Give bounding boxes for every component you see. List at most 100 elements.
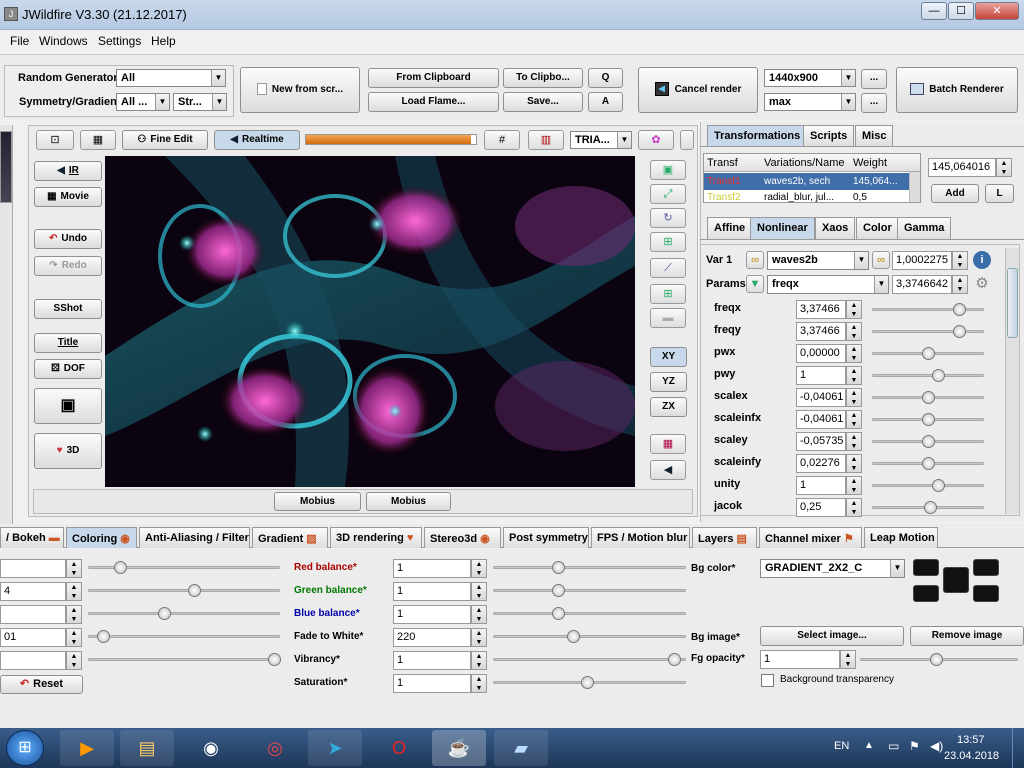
- coloring-param-slider[interactable]: [88, 589, 280, 592]
- coloring-param-spinner[interactable]: ▲ ▼: [66, 582, 82, 601]
- tab-bottom-gradient[interactable]: Gradient ▨: [252, 527, 328, 548]
- tab-bottom-stereo3d[interactable]: Stereo3d ◉: [424, 527, 501, 548]
- q-button[interactable]: Q: [588, 68, 623, 88]
- yz-button[interactable]: YZ: [650, 372, 687, 392]
- add-transform-button[interactable]: Add: [931, 184, 979, 203]
- film-icon[interactable]: ▥: [528, 130, 564, 150]
- param-spinner[interactable]: ▲ ▼: [846, 498, 862, 517]
- coloring-param-slider-knob[interactable]: [96, 630, 110, 643]
- balance-spinner[interactable]: ▲ ▼: [471, 628, 487, 647]
- balance-slider[interactable]: [493, 612, 686, 615]
- coloring-param-input[interactable]: [0, 605, 66, 624]
- reset-button[interactable]: ↶ Reset: [0, 675, 83, 694]
- param-spinner[interactable]: ▲ ▼: [846, 388, 862, 407]
- java-icon[interactable]: ☕: [432, 730, 486, 766]
- scrollbar-thumb[interactable]: [1007, 268, 1018, 338]
- param-value-input[interactable]: -0,04061: [796, 410, 846, 429]
- coloring-param-spinner[interactable]: ▲ ▼: [66, 628, 82, 647]
- param-slider[interactable]: [872, 330, 984, 333]
- rotate-icon[interactable]: ↻: [650, 208, 686, 228]
- params-toggle-icon[interactable]: ▼: [746, 275, 764, 293]
- from-clipboard-button[interactable]: From Clipboard: [368, 68, 499, 88]
- quality-options-button[interactable]: ...: [861, 93, 887, 113]
- params-select[interactable]: freqx ▼: [767, 275, 889, 294]
- coloring-param-slider-knob[interactable]: [188, 584, 202, 597]
- clock-date[interactable]: 23.04.2018: [944, 750, 999, 762]
- tray-arrow-icon[interactable]: ▲: [864, 740, 874, 751]
- minimize-button[interactable]: —: [921, 2, 947, 20]
- telegram-icon[interactable]: ➤: [308, 730, 362, 766]
- bg-color-swatches[interactable]: [913, 559, 1001, 605]
- param-value-input[interactable]: 0,02276: [796, 454, 846, 473]
- render-view-icon[interactable]: ◀: [650, 460, 686, 480]
- param-spinner[interactable]: ▲ ▼: [846, 300, 862, 319]
- balance-slider[interactable]: [493, 566, 686, 569]
- param-slider-knob[interactable]: [922, 347, 935, 360]
- link-icon[interactable]: ∞: [872, 251, 890, 269]
- param-spinner[interactable]: ▲ ▼: [846, 432, 862, 451]
- param-value-input[interactable]: -0,05735: [796, 432, 846, 451]
- swatch-center[interactable]: [943, 567, 969, 593]
- maximize-button[interactable]: ☐: [948, 2, 974, 20]
- new-from-scratch-button[interactable]: New from scr...: [240, 67, 360, 113]
- palette-icon[interactable]: ✿: [638, 130, 674, 150]
- param-spinner[interactable]: ▲ ▼: [846, 410, 862, 429]
- balance-slider[interactable]: [493, 658, 686, 661]
- table-scrollbar[interactable]: [909, 172, 920, 202]
- menu-windows[interactable]: Windows: [39, 34, 88, 48]
- param-value-input[interactable]: -0,04061: [796, 388, 846, 407]
- swatch-bottom-left[interactable]: [913, 585, 939, 602]
- param-slider[interactable]: [872, 308, 984, 311]
- language-indicator[interactable]: EN: [834, 740, 849, 752]
- zx-button[interactable]: ZX: [650, 397, 687, 417]
- gear-icon[interactable]: ⚙: [973, 275, 991, 293]
- a-button[interactable]: A: [588, 92, 623, 112]
- tray-volume-icon[interactable]: ◀): [930, 739, 943, 753]
- tray-flag-icon[interactable]: ⚑: [909, 739, 920, 753]
- param-spinner[interactable]: ▲ ▼: [846, 344, 862, 363]
- balance-input[interactable]: 1: [393, 674, 471, 693]
- balance-spinner[interactable]: ▲ ▼: [471, 582, 487, 601]
- show-desktop-button[interactable]: [1012, 728, 1024, 768]
- param-spinner[interactable]: ▲ ▼: [846, 454, 862, 473]
- tab-bottom-layers[interactable]: Layers ▤: [692, 527, 757, 548]
- film-strip-icon[interactable]: ▦: [650, 434, 686, 454]
- menu-help[interactable]: Help: [151, 34, 176, 48]
- fit-view-icon[interactable]: ▣: [650, 160, 686, 180]
- random-generator-select[interactable]: All ▼: [116, 69, 226, 87]
- sshot-button[interactable]: SShot: [34, 299, 102, 319]
- param-value-input[interactable]: 0,00000: [796, 344, 846, 363]
- params-scrollbar[interactable]: [1005, 248, 1019, 514]
- thumbnail-strip[interactable]: [0, 125, 13, 535]
- balance-input[interactable]: 1: [393, 651, 471, 670]
- redo-button[interactable]: ↷ Redo: [34, 256, 102, 276]
- params-amount-spinner[interactable]: ▲ ▼: [952, 275, 968, 294]
- tab-bottom-bokeh[interactable]: / Bokeh ▬: [0, 527, 64, 548]
- movie-button[interactable]: ▦ Movie: [34, 187, 102, 207]
- close-button[interactable]: ✕: [975, 2, 1019, 20]
- 3d-button[interactable]: ♥ 3D: [34, 433, 102, 469]
- fg-opacity-input[interactable]: 1: [760, 650, 840, 669]
- edit-mode-icon[interactable]: ⊡: [36, 130, 74, 150]
- coloring-param-input[interactable]: [0, 559, 66, 578]
- disabled-view-icon[interactable]: ▬: [650, 308, 686, 328]
- balance-input[interactable]: 220: [393, 628, 471, 647]
- param-slider-knob[interactable]: [932, 369, 946, 382]
- bg-color-select[interactable]: GRADIENT_2X2_C ▼: [760, 559, 905, 578]
- ir-button[interactable]: ◀ IR: [34, 161, 102, 181]
- tab-misc[interactable]: Misc: [855, 125, 894, 146]
- coloring-param-slider-knob[interactable]: [113, 561, 127, 574]
- link-icon[interactable]: ∞: [746, 251, 764, 269]
- balance-spinner[interactable]: ▲ ▼: [471, 674, 487, 693]
- to-clipboard-button[interactable]: To Clipbo...: [503, 68, 583, 88]
- chrome-icon[interactable]: ◎: [248, 730, 302, 766]
- variation-select[interactable]: waves2b ▼: [767, 251, 869, 270]
- dotted-grid-icon[interactable]: ⊞: [650, 284, 686, 304]
- param-slider-knob[interactable]: [922, 435, 935, 448]
- file-explorer-icon[interactable]: ▤: [120, 730, 174, 766]
- mobius-button-2[interactable]: Mobius: [366, 492, 451, 511]
- param-spinner[interactable]: ▲ ▼: [846, 476, 862, 495]
- tab-xaos[interactable]: Xaos: [815, 217, 856, 239]
- resolution-select[interactable]: 1440x900 ▼: [764, 69, 856, 87]
- coloring-param-spinner[interactable]: ▲ ▼: [66, 605, 82, 624]
